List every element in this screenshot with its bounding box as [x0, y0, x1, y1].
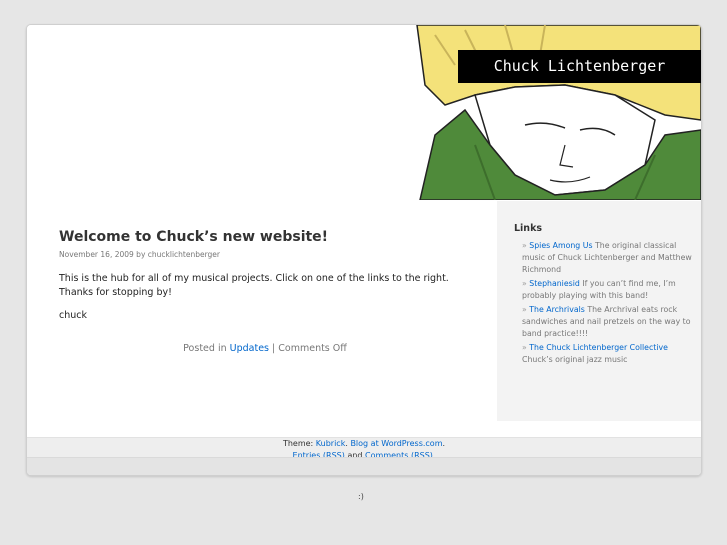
- links-list: » Spies Among Us The original classical …: [497, 240, 701, 366]
- main-content: Welcome to Chuck’s new website! November…: [59, 225, 471, 364]
- meta-separator: |: [272, 343, 276, 354]
- footer-credits: Theme: Kubrick. Blog at WordPress.com.: [282, 439, 446, 448]
- post-title-link[interactable]: Welcome to Chuck’s new website!: [59, 229, 328, 245]
- category-link[interactable]: Updates: [230, 343, 269, 354]
- sidebar: Links » Spies Among Us The original clas…: [497, 201, 701, 421]
- stats-smiley-icon: :): [358, 492, 364, 501]
- bullet-icon: »: [522, 241, 527, 250]
- comments-status: Comments Off: [278, 343, 347, 354]
- site-header: Chuck Lichtenberger: [27, 25, 701, 200]
- sidebar-heading: Links: [514, 223, 543, 234]
- post-meta: November 16, 2009 by chucklichtenberger: [59, 250, 221, 259]
- post-metadata: Posted in Updates | Comments Off: [59, 343, 471, 354]
- page-container: Chuck Lichtenberger Welcome to Chuck’s n…: [26, 24, 702, 476]
- bullet-icon: »: [522, 305, 527, 314]
- list-item: » The Archrivals The Archrival eats rock…: [522, 304, 693, 340]
- wordpress-link[interactable]: Blog at WordPress.com: [350, 439, 442, 448]
- footer-band: [27, 457, 701, 475]
- post-paragraph: This is the hub for all of my musical pr…: [59, 273, 449, 298]
- posted-in-label: Posted in: [183, 343, 227, 354]
- list-item: » Spies Among Us The original classical …: [522, 240, 693, 276]
- theme-label: Theme:: [282, 439, 314, 448]
- bullet-icon: »: [522, 279, 527, 288]
- link-spies-among-us[interactable]: Spies Among Us: [529, 241, 592, 250]
- link-stephaniesid[interactable]: Stephaniesid: [529, 279, 580, 288]
- site-title[interactable]: Chuck Lichtenberger: [458, 50, 701, 83]
- link-description: Chuck’s original jazz music: [522, 355, 628, 364]
- theme-link[interactable]: Kubrick: [316, 439, 346, 448]
- bullet-icon: »: [522, 343, 527, 352]
- link-chuck-collective[interactable]: The Chuck Lichtenberger Collective: [529, 343, 668, 352]
- list-item: » Stephaniesid If you can’t find me, I’m…: [522, 278, 693, 302]
- link-the-archrivals[interactable]: The Archrivals: [529, 305, 585, 314]
- list-item: » The Chuck Lichtenberger Collective Chu…: [522, 342, 693, 366]
- post-signature: chuck: [59, 310, 87, 321]
